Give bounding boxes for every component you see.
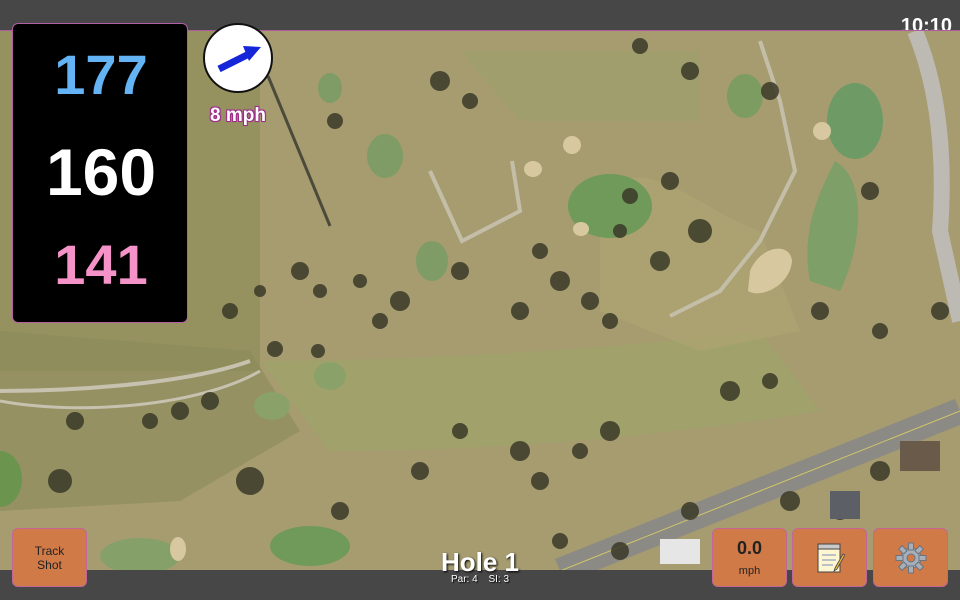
arrow-northeast-icon bbox=[217, 46, 261, 73]
speed-unit: mph bbox=[738, 565, 761, 577]
track-shot-label-line1: Track bbox=[34, 543, 65, 558]
yardage-panel: 177 160 141 bbox=[12, 23, 188, 323]
wind-indicator bbox=[203, 23, 273, 93]
notepad-icon bbox=[817, 543, 845, 572]
track-shot-label-line2: Shot bbox=[37, 557, 62, 572]
center-yardage: 160 bbox=[45, 135, 157, 209]
front-yardage: 141 bbox=[54, 233, 148, 296]
hole-info: Hole 1 Par: 4 SI: 3 bbox=[380, 548, 580, 585]
gear-icon bbox=[895, 542, 926, 573]
hole-stroke-index: SI: 3 bbox=[488, 574, 510, 585]
hole-par: Par: 4 bbox=[450, 574, 478, 585]
wind-speed: 8 mph bbox=[210, 105, 266, 126]
settings-button[interactable] bbox=[873, 528, 948, 587]
speed-button[interactable]: 0.0 mph bbox=[712, 528, 787, 587]
back-yardage: 177 bbox=[54, 43, 148, 106]
hole-details: Par: 4 SI: 3 bbox=[380, 574, 580, 585]
notes-button[interactable] bbox=[792, 528, 867, 587]
hole-title: Hole 1 bbox=[440, 547, 520, 577]
track-shot-button[interactable]: Track Shot bbox=[12, 528, 87, 587]
speed-value: 0.0 bbox=[736, 538, 763, 558]
